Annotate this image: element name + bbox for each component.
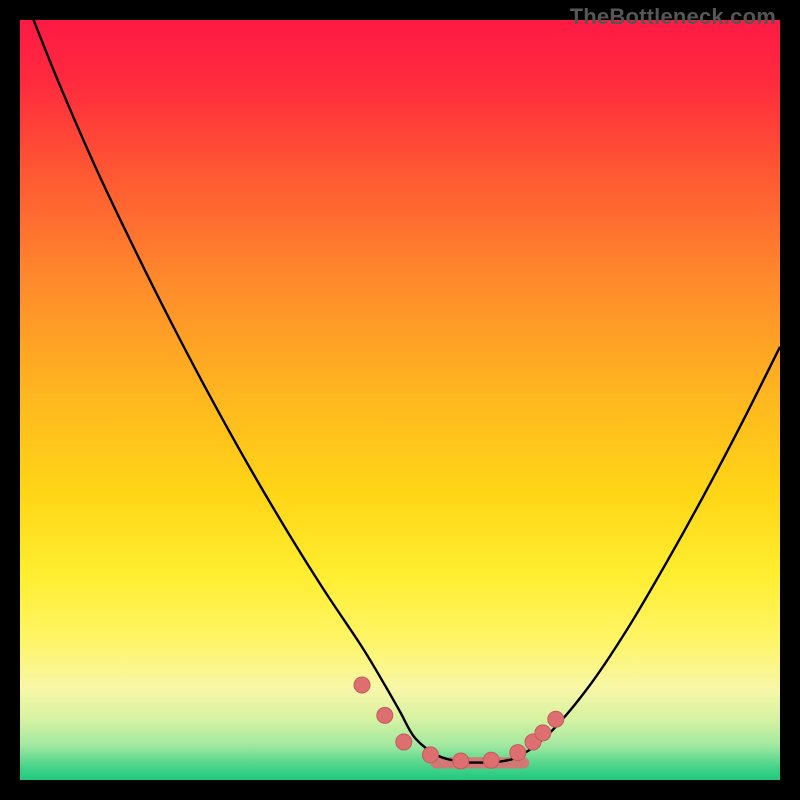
curve-marker <box>510 745 526 761</box>
chart-frame <box>20 20 780 780</box>
curve-marker <box>453 753 469 769</box>
plot-area <box>20 20 780 780</box>
curve-marker <box>535 725 551 741</box>
chart-svg <box>20 20 780 780</box>
curve-marker <box>548 711 564 727</box>
gradient-background <box>20 20 780 780</box>
curve-marker <box>422 747 438 763</box>
watermark-text: TheBottleneck.com <box>570 4 776 30</box>
curve-marker <box>377 707 393 723</box>
curve-marker <box>354 677 370 693</box>
curve-marker <box>396 734 412 750</box>
curve-marker <box>483 752 499 768</box>
